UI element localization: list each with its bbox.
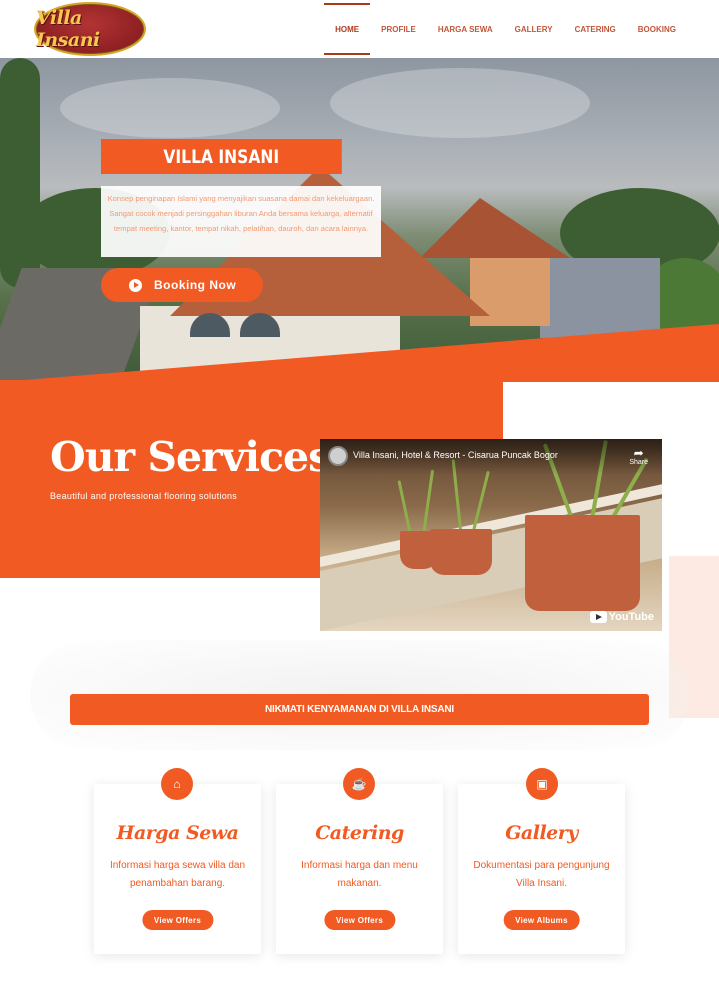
share-button[interactable]: ➦ Share bbox=[629, 447, 648, 466]
booking-now-button[interactable]: Booking Now bbox=[101, 268, 263, 302]
nav-item-profile[interactable]: PROFILE bbox=[370, 0, 427, 58]
booking-now-label: Booking Now bbox=[154, 278, 237, 292]
video-player[interactable]: Villa Insani, Hotel & Resort - Cisarua P… bbox=[320, 439, 662, 631]
nav-item-booking[interactable]: BOOKING bbox=[627, 0, 687, 58]
hero-title: VILLA INSANI bbox=[101, 139, 342, 174]
card-description: Informasi harga sewa villa dan penambaha… bbox=[109, 860, 246, 889]
site-header: Villa Insani HOME PROFILE HARGA SEWA GAL… bbox=[0, 0, 719, 58]
channel-avatar[interactable] bbox=[328, 446, 348, 466]
coffee-icon: ☕ bbox=[343, 768, 375, 800]
youtube-logo[interactable]: YouTube bbox=[589, 611, 654, 623]
services-subtitle: Beautiful and professional flooring solu… bbox=[50, 491, 238, 501]
card-gallery: Gallery Dokumentasi para pengunjung Vill… bbox=[458, 784, 625, 954]
plant-pot bbox=[525, 515, 640, 611]
highlight-banner: NIKMATI KENYAMANAN DI VILLA INSANI bbox=[70, 694, 649, 725]
card-title: Harga Sewa bbox=[116, 822, 239, 844]
nav-item-home[interactable]: HOME bbox=[324, 0, 371, 58]
services-title: Our Services bbox=[50, 433, 331, 481]
hero-building bbox=[540, 258, 660, 338]
view-offers-button[interactable]: View Offers bbox=[141, 910, 214, 930]
hero-cloud bbox=[330, 68, 590, 138]
main-nav: HOME PROFILE HARGA SEWA GALLERY CATERING… bbox=[324, 0, 687, 58]
plant-pot bbox=[430, 529, 492, 575]
nav-item-gallery[interactable]: GALLERY bbox=[504, 0, 564, 58]
share-label: Share bbox=[629, 459, 648, 466]
site-logo[interactable]: Villa Insani bbox=[34, 2, 146, 56]
youtube-play-icon bbox=[589, 611, 607, 623]
card-title: Gallery bbox=[505, 822, 578, 844]
hero-description: Konsep penginapan Islami yang menyajikan… bbox=[101, 186, 381, 257]
logo-text: Villa Insani bbox=[36, 7, 100, 51]
card-description: Informasi harga dan menu makanan. bbox=[301, 860, 418, 889]
hero-title-text: VILLA INSANI bbox=[163, 145, 280, 168]
view-albums-button[interactable]: View Albums bbox=[503, 910, 580, 930]
video-title[interactable]: Villa Insani, Hotel & Resort - Cisarua P… bbox=[353, 450, 558, 460]
images-icon: ▣ bbox=[526, 768, 558, 800]
play-circle-icon bbox=[129, 278, 142, 292]
nav-item-catering[interactable]: CATERING bbox=[564, 0, 627, 58]
view-offers-button[interactable]: View Offers bbox=[323, 910, 396, 930]
home-icon: ⌂ bbox=[161, 768, 193, 800]
card-title: Catering bbox=[315, 822, 404, 844]
nav-item-harga-sewa[interactable]: HARGA SEWA bbox=[427, 0, 504, 58]
card-catering: Catering Informasi harga dan menu makana… bbox=[276, 784, 443, 954]
card-harga-sewa: Harga Sewa Informasi harga sewa villa da… bbox=[94, 784, 261, 954]
card-description: Dokumentasi para pengunjung Villa Insani… bbox=[473, 860, 610, 889]
youtube-label: YouTube bbox=[608, 611, 654, 623]
hero-cloud bbox=[60, 78, 280, 138]
share-icon: ➦ bbox=[633, 446, 644, 460]
